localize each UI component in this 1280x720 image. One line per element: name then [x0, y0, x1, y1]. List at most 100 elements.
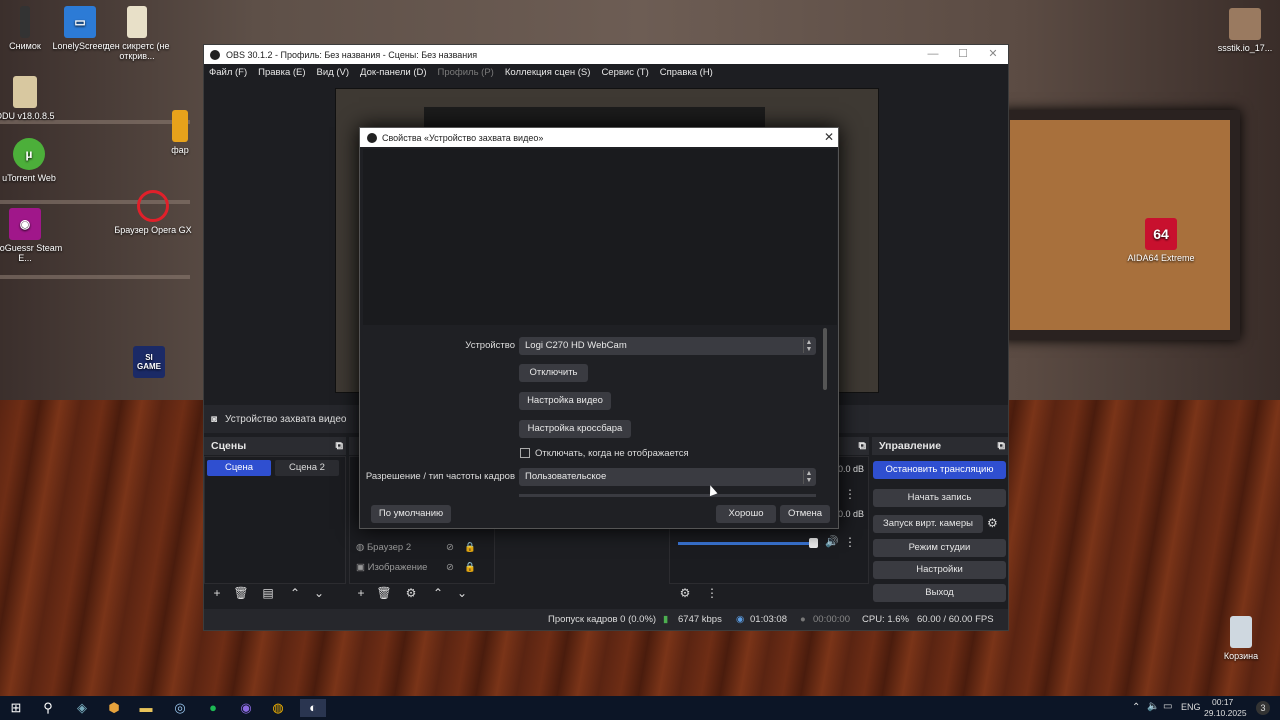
geoguessr-icon: ◉ — [9, 208, 41, 240]
close-icon[interactable]: ✕ — [978, 45, 1008, 64]
desktop-icon-recycle-bin[interactable]: Корзина — [1196, 616, 1280, 661]
settings-button[interactable]: Настройки — [873, 561, 1006, 579]
network-icon[interactable]: ▭ — [1163, 701, 1172, 712]
stop-streaming-button[interactable]: Остановить трансляцию — [873, 461, 1006, 479]
folder-icon[interactable]: ▬ — [136, 699, 156, 717]
obs-menubar: Файл (F) Правка (E) Вид (V) Док-панели (… — [204, 64, 1008, 81]
dialog-title: Свойства «Устройство захвата видео» — [382, 132, 544, 143]
remove-source-icon[interactable]: 🗑 — [375, 585, 393, 601]
desktop-icon-opera[interactable]: Браузер Opera GX — [108, 190, 198, 235]
start-virtual-camera-button[interactable]: Запуск вирт. камеры — [873, 515, 983, 533]
menu-view[interactable]: Вид (V) — [317, 67, 350, 78]
move-up-icon[interactable]: ⌃ — [286, 585, 304, 601]
maximize-icon[interactable]: ☐ — [948, 45, 978, 64]
menu-profile[interactable]: Профиль (P) — [438, 67, 494, 78]
desktop-icon-den-sikrets[interactable]: ден сикретс (не открив... — [92, 6, 182, 61]
lock-icon[interactable]: 🔒 — [464, 562, 476, 573]
speaker-icon[interactable]: 🔊 — [825, 535, 839, 548]
volume-icon[interactable]: 🔈 — [1147, 701, 1159, 712]
scenes-list: Сцена Сцена 2 — [204, 456, 346, 584]
scene-item[interactable]: Сцена 2 — [275, 460, 339, 476]
eye-icon[interactable]: ⊘ — [446, 562, 454, 573]
dock-undock-icon[interactable]: ⧉ — [336, 437, 344, 455]
menu-help[interactable]: Справка (H) — [660, 67, 713, 78]
source-item[interactable]: ▣ Изображение ⊘ 🔒 — [356, 562, 476, 573]
kebab-icon[interactable]: ⋮ — [703, 585, 721, 601]
move-down-icon[interactable]: ⌄ — [453, 585, 471, 601]
notification-badge[interactable]: 3 — [1256, 701, 1270, 715]
menu-docks[interactable]: Док-панели (D) — [360, 67, 426, 78]
steam-icon[interactable]: ◎ — [170, 699, 190, 717]
desktop-icon-ssstik[interactable]: ssstik.io_17... — [1200, 8, 1280, 53]
add-source-icon[interactable]: + — [352, 585, 370, 601]
close-icon[interactable]: ✕ — [824, 130, 834, 144]
mixer-db-value: 0.0 dB — [837, 464, 864, 474]
disconnect-button[interactable]: Отключить — [519, 364, 588, 382]
filter-icon[interactable]: ▤ — [259, 585, 277, 601]
search-icon[interactable]: ⚲ — [38, 699, 58, 717]
move-up-icon[interactable]: ⌃ — [429, 585, 447, 601]
kebab-icon[interactable]: ⋮ — [844, 487, 856, 501]
app-icon[interactable]: ◈ — [72, 699, 92, 717]
scene-item[interactable]: Сцена — [207, 460, 271, 476]
obs-taskbar-icon[interactable]: ◐ — [300, 699, 326, 717]
eye-icon[interactable]: ⊘ — [446, 542, 454, 553]
device-label: Устройство — [465, 340, 515, 351]
dialog-titlebar[interactable]: Свойства «Устройство захвата видео» ✕ — [360, 128, 838, 147]
resolution-select[interactable]: Пользовательское ▲ ▼ — [519, 468, 816, 486]
lock-icon[interactable]: 🔒 — [464, 542, 476, 553]
clock-time[interactable]: 00:17 — [1212, 697, 1233, 707]
remove-scene-icon[interactable]: 🗑 — [232, 585, 250, 601]
start-recording-button[interactable]: Начать запись — [873, 489, 1006, 507]
desktop-icon-ddu[interactable]: DDU v18.0.8.5 — [0, 76, 70, 121]
desktop-icon-geoguessr[interactable]: ◉ GeoGuessr Steam E... — [0, 208, 70, 263]
dialog-scrollbar[interactable] — [823, 328, 827, 390]
dock-undock-icon[interactable]: ⧉ — [998, 437, 1006, 455]
menu-tools[interactable]: Сервис (T) — [601, 67, 648, 78]
stream-icon: ◉ — [736, 614, 745, 625]
language-indicator[interactable]: ENG — [1181, 702, 1201, 712]
mixer-settings-icon[interactable]: ⚙ — [676, 585, 694, 601]
ok-button[interactable]: Хорошо — [716, 505, 776, 523]
volume-slider[interactable] — [678, 542, 818, 545]
desktop-icon-aida64[interactable]: 64 AIDA64 Extreme — [1116, 218, 1206, 263]
desktop-icon-sigame[interactable]: SI GAME — [104, 346, 194, 381]
discord-icon[interactable]: ◉ — [236, 699, 256, 717]
deactivate-checkbox[interactable] — [520, 448, 530, 458]
studio-mode-button[interactable]: Режим студии — [873, 539, 1006, 557]
device-value: Logi C270 HD WebCam — [525, 340, 627, 351]
minimize-icon[interactable]: — — [918, 45, 948, 64]
kebab-icon[interactable]: ⋮ — [844, 535, 856, 549]
add-scene-icon[interactable]: + — [208, 585, 226, 601]
desktop-icon-utorrent[interactable]: µ uTorrent Web — [0, 138, 74, 183]
clock-date[interactable]: 29.10.2025 — [1204, 708, 1247, 718]
chrome-icon[interactable]: ◍ — [268, 699, 288, 717]
desktop-icon-label: uTorrent Web — [2, 173, 56, 183]
obs-statusbar: Пропуск кадров 0 (0.0%) ▮ 6747 kbps ◉ 01… — [204, 609, 1008, 630]
shield-icon[interactable]: ⬢ — [104, 699, 124, 717]
gear-icon[interactable]: ⚙ — [987, 516, 998, 530]
chevron-up-icon[interactable]: ⌃ — [1132, 702, 1140, 713]
volume-slider-handle[interactable] — [809, 538, 818, 548]
exit-button[interactable]: Выход — [873, 584, 1006, 602]
defaults-button[interactable]: По умолчанию — [371, 505, 451, 523]
video-settings-button[interactable]: Настройка видео — [519, 392, 611, 410]
desktop-icon-label: AIDA64 Extreme — [1127, 253, 1195, 263]
gear-icon[interactable]: ⚙ — [402, 585, 420, 601]
spotify-icon[interactable]: ● — [203, 699, 223, 717]
properties-dialog: Свойства «Устройство захвата видео» ✕ Ус… — [359, 127, 839, 529]
menu-edit[interactable]: Правка (E) — [258, 67, 305, 78]
menu-scene-collection[interactable]: Коллекция сцен (S) — [505, 67, 591, 78]
windows-start-icon[interactable]: ⊞ — [6, 699, 26, 717]
desktop-icon-far[interactable]: фар — [150, 110, 210, 155]
move-down-icon[interactable]: ⌄ — [310, 585, 328, 601]
dock-undock-icon[interactable]: ⧉ — [859, 437, 867, 455]
menu-file[interactable]: Файл (F) — [209, 67, 247, 78]
cancel-button[interactable]: Отмена — [780, 505, 830, 523]
source-item[interactable]: ◍ Браузер 2 ⊘ 🔒 — [356, 542, 476, 553]
device-select[interactable]: Logi C270 HD WebCam ▲ ▼ — [519, 337, 816, 355]
chevron-updown-icon: ▲ ▼ — [803, 470, 814, 484]
desktop-icon-label: DDU v18.0.8.5 — [0, 111, 55, 121]
obs-titlebar[interactable]: OBS 30.1.2 - Профиль: Без названия - Сце… — [204, 45, 1008, 64]
crossbar-settings-button[interactable]: Настройка кроссбара — [519, 420, 631, 438]
